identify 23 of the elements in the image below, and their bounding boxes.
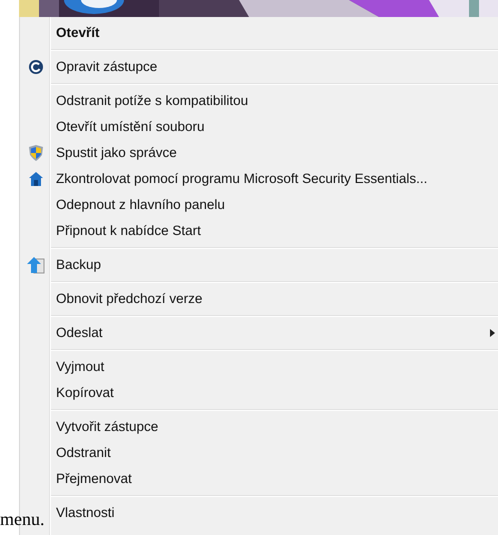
menu-item[interactable]: Vyjmout — [51, 354, 498, 380]
menu-item[interactable]: Odstranit — [51, 440, 498, 466]
menu-item[interactable]: Odepnout z hlavního panelu — [51, 192, 498, 218]
menu-item[interactable]: Odeslat — [51, 320, 498, 346]
menu-item[interactable]: Kopírovat — [51, 380, 498, 406]
menu-item[interactable]: Backup — [51, 252, 498, 278]
menu-item[interactable]: Opravit zástupce — [51, 54, 498, 80]
menu-item[interactable]: Přejmenovat — [51, 466, 498, 492]
menu-item[interactable]: Otevřít — [51, 20, 498, 46]
circular-arrow-icon — [28, 60, 42, 74]
menu-item[interactable]: Obnovit předchozí verze — [51, 286, 498, 312]
menu-item[interactable]: Vytvořit zástupce — [51, 414, 498, 440]
menu-item[interactable]: Otevřít umístění souboru — [51, 114, 498, 140]
menu-item[interactable]: Spustit jako správce — [51, 140, 498, 166]
menu-item[interactable]: Zkontrolovat pomocí programu Microsoft Security Essentials... — [51, 166, 498, 192]
menu-item[interactable]: Odstranit potíže s kompatibilitou — [51, 88, 498, 114]
menu-item[interactable]: Připnout k nabídce Start — [51, 218, 498, 244]
caption-text: menu. — [0, 510, 44, 528]
submenu-arrow-icon — [490, 329, 495, 337]
house-icon — [28, 172, 42, 186]
shield-icon — [28, 145, 42, 161]
menu-item[interactable]: Vlastnosti — [51, 500, 498, 526]
upload-icon — [26, 256, 44, 274]
